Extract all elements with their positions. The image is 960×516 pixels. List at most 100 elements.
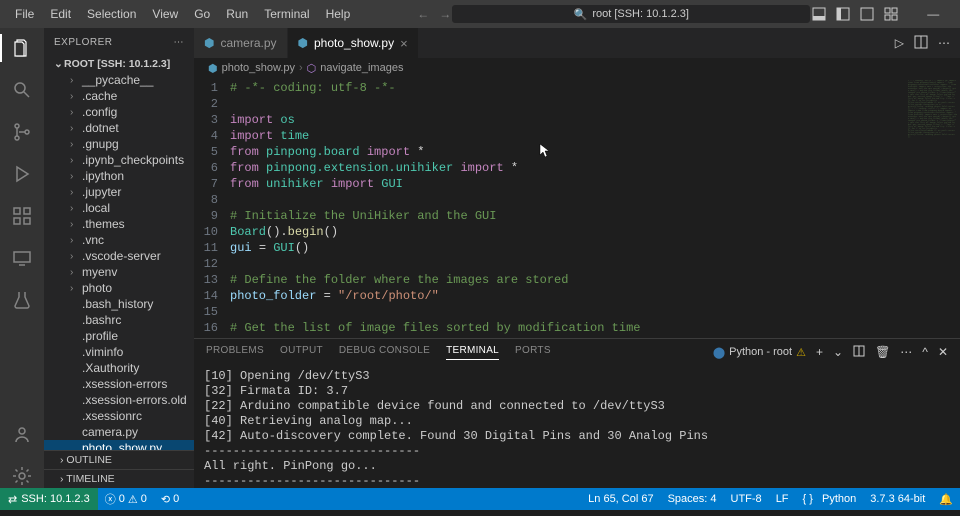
close-panel-icon[interactable]: ✕ <box>938 345 948 359</box>
menu-edit[interactable]: Edit <box>43 4 78 24</box>
breadcrumb-symbol[interactable]: navigate_images <box>320 62 403 74</box>
file--xsession-errors[interactable]: .xsession-errors <box>44 376 194 392</box>
explorer-sidebar: EXPLORER ⋯ ROOT [SSH: 10.1.2.3] ›__pycac… <box>44 28 194 488</box>
menu-run[interactable]: Run <box>219 4 255 24</box>
folder--ipynb-checkpoints[interactable]: ›.ipynb_checkpoints <box>44 152 194 168</box>
terminal-output[interactable]: [10] Opening /dev/ttyS3 [32] Firmata ID:… <box>194 365 960 488</box>
file-camera-py[interactable]: camera.py <box>44 424 194 440</box>
pane-outline[interactable]: OUTLINE <box>44 450 194 469</box>
folder--vscode-server[interactable]: ›.vscode-server <box>44 248 194 264</box>
source-control-icon[interactable] <box>10 120 34 144</box>
ports-status[interactable]: ⟲0 <box>154 493 186 506</box>
folder--cache[interactable]: ›.cache <box>44 88 194 104</box>
chevron-right-icon: › <box>70 123 78 134</box>
code-content[interactable]: # -*- coding: utf-8 -*- import osimport … <box>230 78 960 338</box>
folder--gnupg[interactable]: ›.gnupg <box>44 136 194 152</box>
settings-gear-icon[interactable] <box>10 464 34 488</box>
tab-photo_show-py[interactable]: ⬢photo_show.py× <box>288 28 419 58</box>
breadcrumb-file[interactable]: photo_show.py <box>222 62 295 74</box>
file--profile[interactable]: .profile <box>44 328 194 344</box>
panel-tab-problems[interactable]: PROBLEMS <box>206 345 264 360</box>
file-photo-show-py[interactable]: photo_show.py <box>44 440 194 450</box>
workspace-root[interactable]: ROOT [SSH: 10.1.2.3] <box>44 56 194 72</box>
panel-tab-ports[interactable]: PORTS <box>515 345 551 360</box>
python-icon: ⬤ <box>713 346 725 359</box>
search-box[interactable]: 🔍 root [SSH: 10.1.2.3] <box>451 4 811 24</box>
python-interpreter[interactable]: 3.7.3 64-bit <box>863 493 932 506</box>
folder--local[interactable]: ›.local <box>44 200 194 216</box>
explorer-more-icon[interactable]: ⋯ <box>174 37 185 48</box>
terminal-dropdown-icon[interactable]: ⌄ <box>833 345 843 359</box>
file--xsessionrc[interactable]: .xsessionrc <box>44 408 194 424</box>
menu-view[interactable]: View <box>145 4 185 24</box>
file--xauthority[interactable]: .Xauthority <box>44 360 194 376</box>
minimap[interactable]: # -*- coding: utf-8 -*- import os import… <box>908 80 958 220</box>
close-tab-icon[interactable]: × <box>400 36 408 51</box>
window-minimize-icon[interactable]: — <box>919 3 947 25</box>
editor-more-icon[interactable]: ⋯ <box>938 36 950 50</box>
folder--dotnet[interactable]: ›.dotnet <box>44 120 194 136</box>
split-terminal-icon[interactable] <box>853 345 865 360</box>
explorer-icon[interactable] <box>10 36 34 60</box>
folder-myenv[interactable]: ›myenv <box>44 264 194 280</box>
panel-tab-debug-console[interactable]: DEBUG CONSOLE <box>339 345 430 360</box>
notifications-icon[interactable]: 🔔 <box>932 493 960 506</box>
problems-status[interactable]: ⓧ0 ⚠0 <box>98 491 154 507</box>
remote-indicator[interactable]: ⇄ SSH: 10.1.2.3 <box>0 488 98 510</box>
customize-layout-icon[interactable] <box>883 6 899 22</box>
folder--ipython[interactable]: ›.ipython <box>44 168 194 184</box>
menu-file[interactable]: File <box>8 4 41 24</box>
code-editor[interactable]: 1234567891011121314151617181920212223242… <box>194 78 960 338</box>
folder--jupyter[interactable]: ›.jupyter <box>44 184 194 200</box>
panel-more-icon[interactable]: ⋯ <box>900 345 912 359</box>
file--viminfo[interactable]: .viminfo <box>44 344 194 360</box>
toggle-sidebar-right-icon[interactable] <box>859 6 875 22</box>
eol-status[interactable]: LF <box>769 493 796 506</box>
extensions-icon[interactable] <box>10 204 34 228</box>
python-env-status[interactable]: ⬤ Python - root ⚠ <box>713 346 806 359</box>
toggle-sidebar-left-icon[interactable] <box>835 6 851 22</box>
new-terminal-icon[interactable]: + <box>816 345 823 359</box>
folder--themes[interactable]: ›.themes <box>44 216 194 232</box>
cursor-position[interactable]: Ln 65, Col 67 <box>581 493 660 506</box>
remote-explorer-icon[interactable] <box>10 246 34 270</box>
menu-help[interactable]: Help <box>319 4 358 24</box>
folder-photo[interactable]: ›photo <box>44 280 194 296</box>
activity-bar <box>0 28 44 488</box>
chevron-right-icon: › <box>70 283 78 294</box>
kill-terminal-icon[interactable]: 🗑 <box>875 345 890 359</box>
indentation-status[interactable]: Spaces: 4 <box>661 493 724 506</box>
folder---pycache--[interactable]: ›__pycache__ <box>44 72 194 88</box>
maximize-panel-icon[interactable]: ^ <box>922 345 928 359</box>
python-file-icon: ⬢ <box>204 36 214 50</box>
chevron-right-icon: › <box>70 139 78 150</box>
menu-selection[interactable]: Selection <box>80 4 143 24</box>
tab-camera-py[interactable]: ⬢camera.py <box>194 28 288 58</box>
testing-icon[interactable] <box>10 288 34 312</box>
menu-terminal[interactable]: Terminal <box>257 4 316 24</box>
panel-tab-terminal[interactable]: TERMINAL <box>446 345 499 360</box>
folder--vnc[interactable]: ›.vnc <box>44 232 194 248</box>
encoding-status[interactable]: UTF-8 <box>724 493 769 506</box>
breadcrumb[interactable]: ⬢ photo_show.py › ⬡ navigate_images <box>194 58 960 78</box>
file--bash-history[interactable]: .bash_history <box>44 296 194 312</box>
nav-forward-icon[interactable]: → <box>439 7 451 21</box>
toggle-panel-bottom-icon[interactable] <box>811 6 827 22</box>
run-debug-icon[interactable] <box>10 162 34 186</box>
folder--config[interactable]: ›.config <box>44 104 194 120</box>
search-activity-icon[interactable] <box>10 78 34 102</box>
file--xsession-errors-old[interactable]: .xsession-errors.old <box>44 392 194 408</box>
language-mode[interactable]: { } Python <box>796 493 864 506</box>
window-maximize-icon[interactable]: ▢ <box>951 3 960 25</box>
accounts-icon[interactable] <box>10 422 34 446</box>
split-editor-icon[interactable] <box>914 35 928 52</box>
panel-tab-output[interactable]: OUTPUT <box>280 345 323 360</box>
chevron-right-icon: › <box>70 203 78 214</box>
pane-timeline[interactable]: TIMELINE <box>44 469 194 488</box>
run-icon[interactable]: ▷ <box>895 36 904 50</box>
file--bashrc[interactable]: .bashrc <box>44 312 194 328</box>
nav-back-icon[interactable]: ← <box>417 7 429 21</box>
main-menu: FileEditSelectionViewGoRunTerminalHelp <box>8 4 357 24</box>
menu-go[interactable]: Go <box>187 4 217 24</box>
search-icon: 🔍 <box>574 8 588 21</box>
